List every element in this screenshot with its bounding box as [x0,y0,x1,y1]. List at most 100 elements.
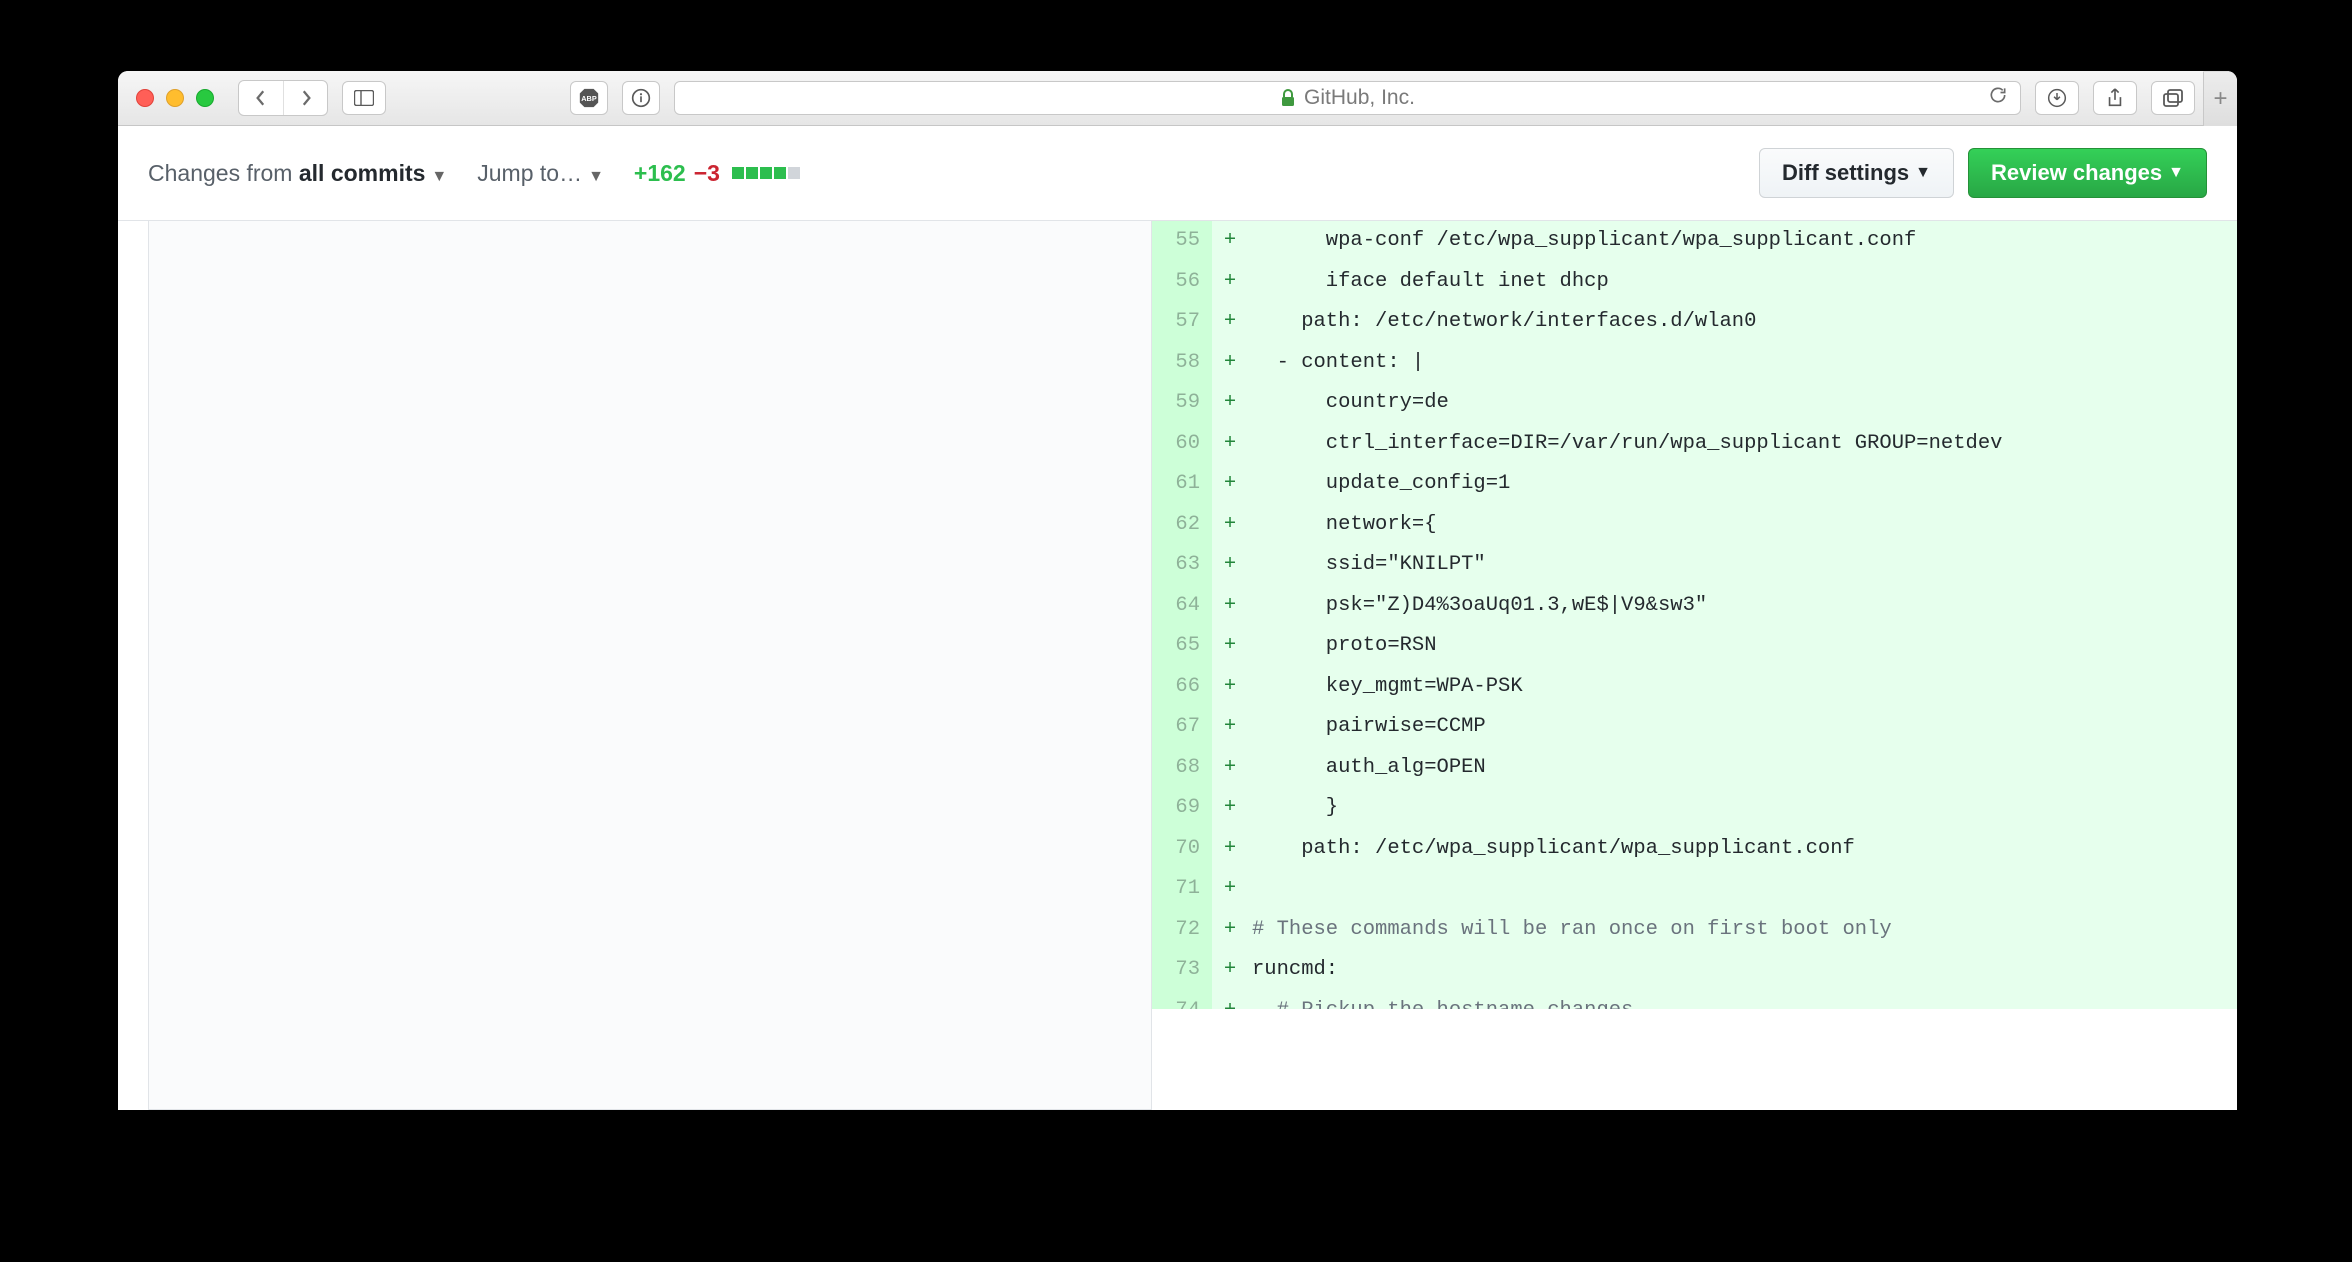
right-toolbar [2035,81,2195,115]
diff-line[interactable]: 65+ proto=RSN [1152,626,2237,667]
diff-line[interactable]: 69+ } [1152,788,2237,829]
changes-from-dropdown[interactable]: Changes from all commits ▼ [148,160,447,187]
diff-line[interactable]: 59+ country=de [1152,383,2237,424]
line-number: 74 [1152,991,1212,1009]
code-content: proto=RSN [1248,626,2237,667]
svg-text:ABP: ABP [581,94,597,103]
code-content: pairwise=CCMP [1248,707,2237,748]
line-number: 55 [1152,221,1212,262]
toolbar-left: Changes from all commits▼ Jump to…▼ +162… [148,160,800,187]
diff-panel[interactable]: 55+ wpa-conf /etc/wpa_supplicant/wpa_sup… [1152,221,2237,1110]
diff-line[interactable]: 66+ key_mgmt=WPA-PSK [1152,667,2237,708]
diff-marker: + [1212,505,1248,546]
diff-settings-button[interactable]: Diff settings▼ [1759,148,1954,198]
diff-line[interactable]: 68+ auth_alg=OPEN [1152,748,2237,789]
diff-squares [732,167,800,179]
side-panel [148,221,1152,1110]
url-bar[interactable]: GitHub, Inc. [674,81,2021,115]
maximize-window-button[interactable] [196,89,214,107]
plus-icon: + [2213,85,2227,113]
line-number: 60 [1152,424,1212,465]
diff-line[interactable]: 55+ wpa-conf /etc/wpa_supplicant/wpa_sup… [1152,221,2237,262]
diff-line[interactable]: 61+ update_config=1 [1152,464,2237,505]
changes-from-value: all commits [299,160,426,186]
line-number: 69 [1152,788,1212,829]
line-number: 64 [1152,586,1212,627]
diff-marker: + [1212,748,1248,789]
tabs-button[interactable] [2151,81,2195,115]
diff-line[interactable]: 74+ # Pickup the hostname changes [1152,991,2237,1009]
diff-marker: + [1212,545,1248,586]
diff-line[interactable]: 57+ path: /etc/network/interfaces.d/wlan… [1152,302,2237,343]
code-content: update_config=1 [1248,464,2237,505]
sidebar-toggle-button[interactable] [342,81,386,115]
diff-marker: + [1212,302,1248,343]
line-number: 71 [1152,869,1212,910]
diff-marker: + [1212,221,1248,262]
diff-line[interactable]: 64+ psk="Z)D4%3oaUq01.3,wE$|V9&sw3" [1152,586,2237,627]
changes-from-prefix: Changes from [148,160,299,186]
diff-marker: + [1212,343,1248,384]
content-area: 55+ wpa-conf /etc/wpa_supplicant/wpa_sup… [118,221,2237,1110]
diff-marker: + [1212,869,1248,910]
reload-button[interactable] [1988,85,2008,111]
code-content: auth_alg=OPEN [1248,748,2237,789]
diff-line[interactable]: 60+ ctrl_interface=DIR=/var/run/wpa_supp… [1152,424,2237,465]
diff-line[interactable]: 58+ - content: | [1152,343,2237,384]
review-changes-button[interactable]: Review changes▼ [1968,148,2207,198]
diff-line[interactable]: 70+ path: /etc/wpa_supplicant/wpa_suppli… [1152,829,2237,870]
diff-marker: + [1212,707,1248,748]
downloads-button[interactable] [2035,81,2079,115]
jump-to-dropdown[interactable]: Jump to… ▼ [477,160,604,187]
line-number: 59 [1152,383,1212,424]
caret-down-icon: ▼ [431,168,447,185]
line-number: 57 [1152,302,1212,343]
diff-marker: + [1212,383,1248,424]
info-extension-button[interactable] [622,81,660,115]
diff-line[interactable]: 73+runcmd: [1152,950,2237,991]
new-tab-button[interactable]: + [2203,71,2237,126]
diff-marker: + [1212,586,1248,627]
diff-line[interactable]: 71+ [1152,869,2237,910]
line-number: 58 [1152,343,1212,384]
line-number: 62 [1152,505,1212,546]
line-number: 66 [1152,667,1212,708]
line-number: 61 [1152,464,1212,505]
diff-marker: + [1212,991,1248,1009]
code-content [1248,869,2237,910]
url-label: GitHub, Inc. [1304,86,1415,110]
diff-line[interactable]: 62+ network={ [1152,505,2237,546]
diff-marker: + [1212,950,1248,991]
diff-marker: + [1212,788,1248,829]
reload-icon [1988,85,2008,105]
diff-line[interactable]: 67+ pairwise=CCMP [1152,707,2237,748]
adblock-extension-button[interactable]: ABP [570,81,608,115]
diff-line[interactable]: 63+ ssid="KNILPT" [1152,545,2237,586]
code-content: path: /etc/wpa_supplicant/wpa_supplicant… [1248,829,2237,870]
adblock-icon: ABP [578,87,600,109]
caret-down-icon: ▼ [2168,164,2184,182]
diff-line[interactable]: 72+# These commands will be ran once on … [1152,910,2237,951]
share-icon [2106,88,2124,108]
url-display: GitHub, Inc. [1280,86,1415,110]
diff-line[interactable]: 56+ iface default inet dhcp [1152,262,2237,303]
browser-window: ABP GitHub, Inc. [118,71,2237,1110]
lock-icon [1280,89,1296,107]
jump-to-label: Jump to… [477,160,582,186]
caret-down-icon: ▼ [588,168,604,185]
close-window-button[interactable] [136,89,154,107]
deletions-count: −3 [694,160,720,187]
diff-marker: + [1212,829,1248,870]
back-button[interactable] [239,81,283,115]
diff-settings-label: Diff settings [1782,160,1909,186]
extension-buttons: ABP [570,81,660,115]
info-icon [631,88,651,108]
diff-marker: + [1212,910,1248,951]
forward-button[interactable] [283,81,327,115]
code-content: } [1248,788,2237,829]
minimize-window-button[interactable] [166,89,184,107]
line-number: 70 [1152,829,1212,870]
code-content: runcmd: [1248,950,2237,991]
share-button[interactable] [2093,81,2137,115]
sidebar-icon [354,90,374,106]
